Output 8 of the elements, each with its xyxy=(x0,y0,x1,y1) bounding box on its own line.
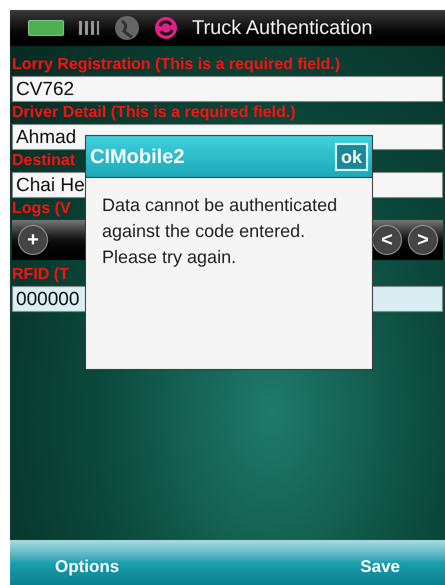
window-title: Truck Authentication xyxy=(192,16,372,41)
field-label: RFID (T xyxy=(12,267,69,283)
field-label: Lorry Registration (This is a required field.) xyxy=(12,57,340,73)
dialog-title: CIMobile2 xyxy=(90,144,184,170)
field-label: Driver Detail (This is a required field.) xyxy=(12,105,296,121)
field-label: Destinat xyxy=(12,153,76,169)
dialog-message: Data cannot be authenticated against the code entered. Please try again. xyxy=(101,194,338,269)
field-label: Logs (V xyxy=(12,201,71,217)
